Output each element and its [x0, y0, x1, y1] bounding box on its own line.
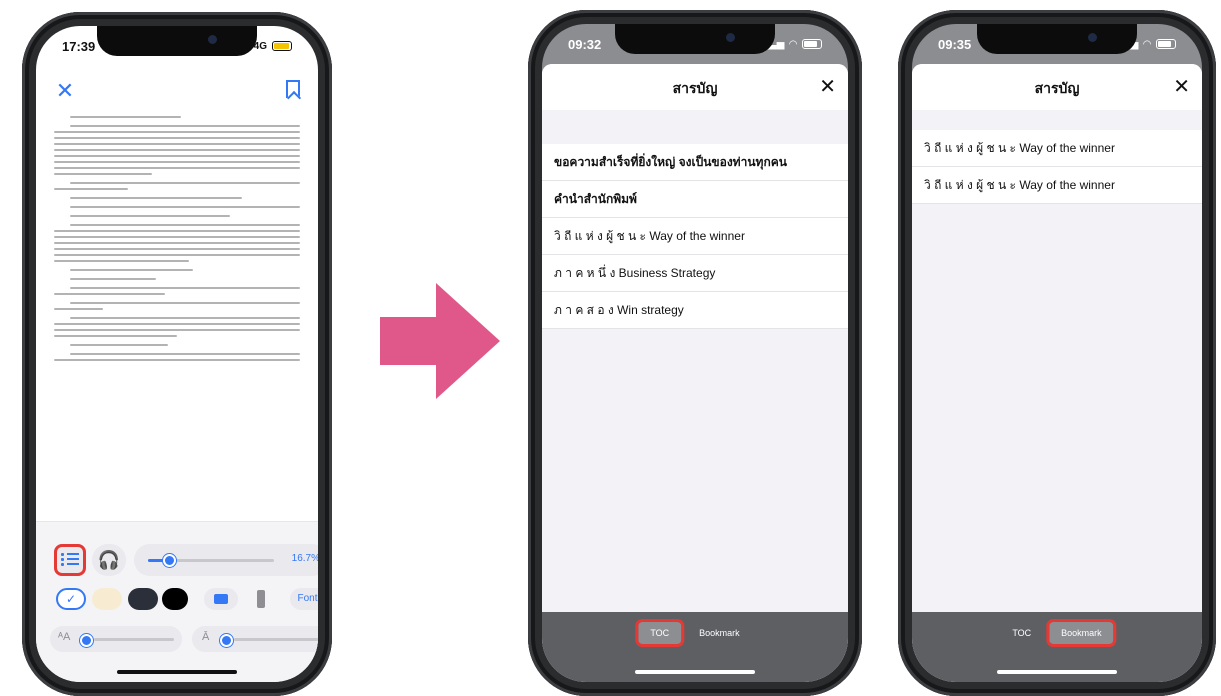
home-indicator — [635, 670, 755, 674]
phone-toc: 09:32 ▂▃▅ ◠ สารบัญ ✕ ขอความสำเร็จที่ยิ่ง… — [528, 10, 862, 696]
headphones-icon: 🎧 — [97, 549, 121, 570]
bookmark-list: วิ ถี แ ห่ ง ผู้ ช น ะ Way of the winner… — [912, 130, 1202, 204]
toc-item[interactable]: ขอความสำเร็จที่ยิ่งใหญ่ จงเป็นของท่านทุก… — [542, 144, 848, 181]
notch — [977, 24, 1137, 54]
line-spacing-icon: Ā — [202, 631, 210, 643]
close-icon[interactable]: ✕ — [1173, 74, 1190, 99]
bookmark-sheet: สารบัญ ✕ วิ ถี แ ห่ ง ผู้ ช น ะ Way of t… — [912, 64, 1202, 682]
toc-item[interactable]: วิ ถี แ ห่ ง ผู้ ช น ะ Way of the winner — [542, 218, 848, 255]
notch — [615, 24, 775, 54]
sheet-tab-bar: TOC Bookmark — [542, 612, 848, 682]
line-spacing-slider[interactable]: Ā — [192, 626, 318, 652]
status-time: 09:32 — [568, 36, 602, 52]
status-time: 17:39 — [62, 38, 96, 54]
tab-bookmark[interactable]: Bookmark — [687, 622, 752, 644]
theme-black[interactable] — [162, 588, 188, 610]
theme-sepia[interactable] — [92, 588, 122, 610]
notch — [97, 26, 257, 56]
reader-toolbar: ✕ — [36, 76, 318, 106]
reader-screen: 17:39 ▂▃▅ 4G ✕ — [36, 26, 318, 682]
wifi-icon: ◠ — [789, 38, 797, 50]
sheet-header: สารบัญ ✕ — [542, 64, 848, 110]
toc-sheet: สารบัญ ✕ ขอความสำเร็จที่ยิ่งใหญ่ จงเป็นข… — [542, 64, 848, 682]
check-icon: ✓ — [65, 592, 77, 606]
tab-toc[interactable]: TOC — [635, 619, 685, 647]
progress-knob[interactable] — [163, 554, 177, 567]
sheet-title: สารบัญ — [1034, 80, 1080, 96]
font-size-knob[interactable] — [80, 634, 93, 647]
bookmark-screen: 09:35 ▂▃▅ ◠ สารบัญ ✕ วิ ถี แ ห่ ง ผู้ ช … — [912, 24, 1202, 682]
tab-group: TOC Bookmark — [635, 619, 752, 647]
status-time: 09:35 — [938, 36, 972, 52]
font-size-slider[interactable]: ᴬA — [50, 626, 182, 652]
battery-icon — [272, 41, 292, 51]
toc-button[interactable] — [54, 544, 86, 576]
toc-list: ขอความสำเร็จที่ยิ่งใหญ่ จงเป็นของท่านทุก… — [542, 144, 848, 329]
toc-item[interactable]: คำนำสำนักพิมพ์ — [542, 181, 848, 218]
book-text — [54, 112, 300, 532]
tab-bookmark[interactable]: Bookmark — [1046, 619, 1117, 647]
arrow-right-icon — [380, 283, 500, 399]
theme-dark[interactable] — [128, 588, 158, 610]
bookmark-item[interactable]: วิ ถี แ ห่ ง ผู้ ช น ะ Way of the winner — [912, 130, 1202, 167]
layout-icon — [214, 594, 228, 604]
reader-settings-panel: 🎧 16.7% ✓ Fonts ᴬA — [36, 521, 318, 682]
spacing-button[interactable] — [244, 588, 278, 610]
layout-button[interactable] — [204, 588, 238, 610]
battery-icon — [1156, 39, 1176, 49]
close-icon[interactable]: ✕ — [54, 80, 76, 102]
spacing-icon — [257, 590, 265, 608]
font-size-icon: ᴬA — [58, 631, 71, 643]
toc-item[interactable]: ภ า ค ห นึ่ ง Business Strategy — [542, 255, 848, 292]
close-icon[interactable]: ✕ — [819, 74, 836, 99]
sheet-title: สารบัญ — [672, 80, 718, 96]
tab-toc[interactable]: TOC — [1000, 622, 1043, 644]
progress-label: 16.7% — [291, 553, 318, 564]
tab-group: TOC Bookmark — [1000, 619, 1117, 647]
phone-reader: 17:39 ▂▃▅ 4G ✕ — [22, 12, 332, 696]
home-indicator — [997, 670, 1117, 674]
toc-screen: 09:32 ▂▃▅ ◠ สารบัญ ✕ ขอความสำเร็จที่ยิ่ง… — [542, 24, 848, 682]
toc-list-icon — [61, 553, 79, 567]
theme-white-check[interactable]: ✓ — [56, 588, 86, 610]
battery-icon — [802, 39, 822, 49]
home-indicator — [117, 670, 237, 674]
progress-slider[interactable]: 16.7% — [134, 544, 318, 576]
phone-bookmarks: 09:35 ▂▃▅ ◠ สารบัญ ✕ วิ ถี แ ห่ ง ผู้ ช … — [898, 10, 1216, 696]
sheet-tab-bar: TOC Bookmark — [912, 612, 1202, 682]
toc-item[interactable]: ภ า ค ส อ ง Win strategy — [542, 292, 848, 329]
line-spacing-knob[interactable] — [220, 634, 233, 647]
fonts-button[interactable]: Fonts — [290, 588, 318, 610]
font-size-track — [94, 638, 174, 641]
audio-button[interactable]: 🎧 — [92, 544, 126, 576]
bookmark-item[interactable]: วิ ถี แ ห่ ง ผู้ ช น ะ Way of the winner — [912, 167, 1202, 204]
wifi-icon: ◠ — [1143, 38, 1151, 50]
bookmark-icon[interactable] — [286, 80, 300, 98]
sheet-header: สารบัญ ✕ — [912, 64, 1202, 110]
line-spacing-track — [234, 638, 318, 641]
